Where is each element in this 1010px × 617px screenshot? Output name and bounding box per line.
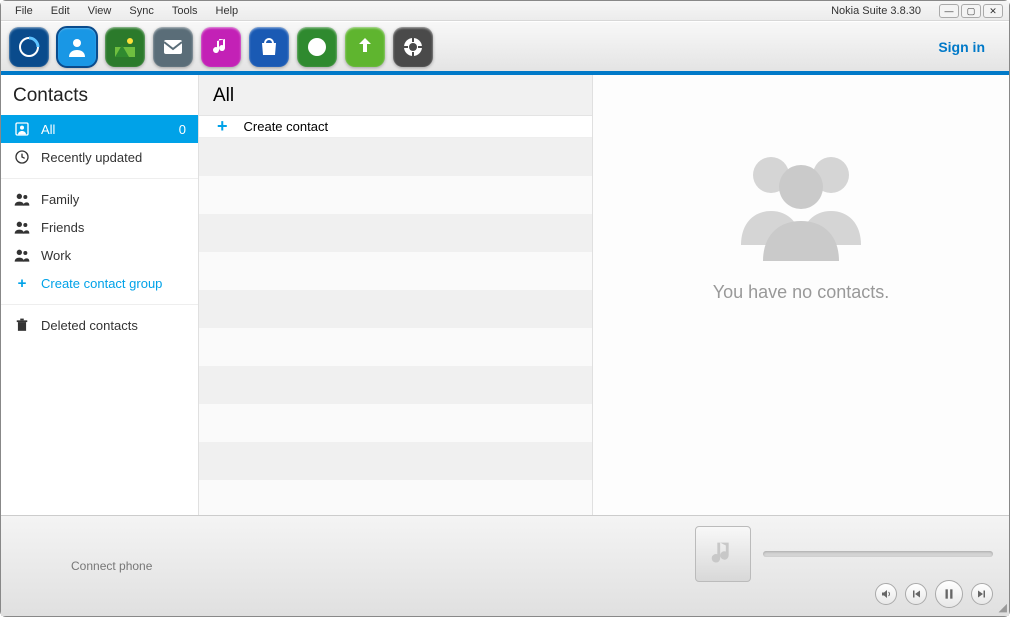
menu-bar: File Edit View Sync Tools Help <box>7 3 246 19</box>
gallery-icon[interactable] <box>105 27 145 67</box>
sidebar-item-label: Family <box>41 192 79 207</box>
player-controls <box>875 580 993 608</box>
maps-icon[interactable] <box>297 27 337 67</box>
contact-card-icon <box>13 121 31 137</box>
sidebar-item-friends[interactable]: Friends <box>1 213 198 241</box>
resize-grip-icon[interactable]: ◢ <box>999 601 1007 614</box>
trash-icon <box>13 317 31 333</box>
main-area: Contacts All 0 Recently updated Family F… <box>1 75 1009 515</box>
menu-file[interactable]: File <box>7 3 41 19</box>
store-icon[interactable] <box>249 27 289 67</box>
sidebar-item-label: Create contact group <box>41 276 162 291</box>
signin-link[interactable]: Sign in <box>938 39 985 55</box>
pause-button[interactable] <box>935 580 963 608</box>
sidebar-item-recent[interactable]: Recently updated <box>1 143 198 171</box>
empty-contacts-icon <box>721 135 881 270</box>
plus-icon: + <box>13 275 31 292</box>
next-button[interactable] <box>971 583 993 605</box>
sidebar-item-label: Work <box>41 248 71 263</box>
group-icon <box>13 220 31 234</box>
sidebar-item-label: Recently updated <box>41 150 142 165</box>
group-icon <box>13 192 31 206</box>
titlebar: File Edit View Sync Tools Help Nokia Sui… <box>1 1 1009 21</box>
contact-list-column: All + Create contact <box>199 75 593 515</box>
album-art-icon[interactable] <box>695 526 751 582</box>
home-icon[interactable] <box>9 27 49 67</box>
sidebar-item-work[interactable]: Work <box>1 241 198 269</box>
app-title: Nokia Suite 3.8.30 <box>831 5 921 17</box>
minimize-button[interactable]: — <box>939 4 959 18</box>
create-contact-label: Create contact <box>244 119 329 134</box>
volume-button[interactable] <box>875 583 897 605</box>
connect-phone-link[interactable]: Connect phone <box>71 559 152 573</box>
plus-icon: + <box>217 116 228 137</box>
group-icon <box>13 248 31 262</box>
menu-edit[interactable]: Edit <box>43 3 78 19</box>
detail-pane: You have no contacts. <box>593 75 1009 515</box>
menu-tools[interactable]: Tools <box>164 3 206 19</box>
music-icon[interactable] <box>201 27 241 67</box>
sidebar-item-label: Deleted contacts <box>41 318 138 333</box>
empty-list-stripes <box>199 138 592 518</box>
empty-state-text: You have no contacts. <box>713 282 889 303</box>
messaging-icon[interactable] <box>153 27 193 67</box>
menu-help[interactable]: Help <box>208 3 247 19</box>
contacts-icon[interactable] <box>57 27 97 67</box>
maximize-button[interactable]: ▢ <box>961 4 981 18</box>
sidebar-item-count: 0 <box>179 122 186 137</box>
footer: Connect phone ◢ <box>1 515 1009 616</box>
music-player <box>695 526 993 582</box>
sidebar-title: Contacts <box>1 75 198 115</box>
menu-view[interactable]: View <box>80 3 120 19</box>
support-icon[interactable] <box>393 27 433 67</box>
sidebar-item-deleted[interactable]: Deleted contacts <box>1 311 198 339</box>
sidebar-item-family[interactable]: Family <box>1 185 198 213</box>
sidebar-item-label: Friends <box>41 220 84 235</box>
sidebar-item-label: All <box>41 122 55 137</box>
list-header: All <box>199 75 592 116</box>
sidebar-item-all[interactable]: All 0 <box>1 115 198 143</box>
prev-button[interactable] <box>905 583 927 605</box>
close-button[interactable]: ✕ <box>983 4 1003 18</box>
create-contact-button[interactable]: + Create contact <box>199 116 592 138</box>
progress-bar[interactable] <box>763 551 993 557</box>
software-update-icon[interactable] <box>345 27 385 67</box>
sidebar: Contacts All 0 Recently updated Family F… <box>1 75 199 515</box>
clock-icon <box>13 149 31 165</box>
sidebar-create-group[interactable]: + Create contact group <box>1 269 198 297</box>
menu-sync[interactable]: Sync <box>121 3 161 19</box>
toolbar: Sign in <box>1 21 1009 71</box>
